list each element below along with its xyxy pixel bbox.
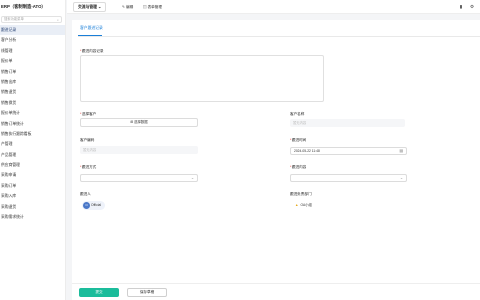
follow-content-label: *跟进内容: [290, 165, 307, 169]
sidebar-item-product-section[interactable]: 产管理: [0, 139, 65, 149]
customer-code-field: 暂无内容: [80, 146, 198, 154]
avatar: O: [83, 201, 90, 209]
sidebar-item-sales-exchange[interactable]: 销售换货: [0, 98, 65, 108]
sidebar-item-purchase-return[interactable]: 采购退货: [0, 202, 65, 212]
edit-button-label: 编辑: [126, 5, 134, 9]
follow-method-label: *跟进方式: [80, 165, 97, 169]
sidebar-item-supplier-management[interactable]: 供应商管理: [0, 160, 65, 170]
sidebar-item-purchase-demand-stats[interactable]: 采购需求统计: [0, 212, 65, 222]
form-footer: 提交 保存草稿: [72, 283, 480, 300]
follow-content-textarea[interactable]: [80, 55, 324, 102]
sidebar-item-purchase-request[interactable]: 采购申请: [0, 170, 65, 180]
select-data-button[interactable]: ⊞ 选择数据: [80, 118, 198, 127]
select-data-label: 选择数据: [134, 120, 148, 124]
chevron-down-icon: ⌄: [190, 176, 194, 180]
select-customer-label: *选择客户: [80, 112, 97, 116]
follow-time-picker[interactable]: 2024-05-22 11:48 ▦: [290, 147, 407, 155]
dept-chip[interactable]: ▲ OA小组: [294, 201, 316, 210]
tab-divider: [78, 36, 480, 37]
sidebar-item-customer-analysis[interactable]: 客户分析: [0, 35, 65, 45]
form-manage-label: 表单管理: [147, 5, 162, 9]
follower-name: Official: [91, 203, 102, 207]
sidebar-menu: 跟进记录 客户分析 线管理 报价单 销售订单 销售出库 销售退货 销售换货 报价…: [0, 25, 65, 222]
follow-time-label: *跟进时间: [290, 138, 307, 142]
customer-code-label: 客户编码: [80, 138, 95, 142]
pencil-icon: ✎: [122, 5, 126, 9]
gear-icon[interactable]: ⚙: [469, 3, 475, 11]
sidebar-item-sales-tracking-board[interactable]: 销售执行跟踪看板: [0, 129, 65, 139]
follow-time-value: 2024-05-22 11:48: [294, 149, 320, 153]
follower-chip[interactable]: O Official: [82, 201, 106, 210]
sidebar-item-product-management[interactable]: 产品管理: [0, 150, 65, 160]
module-switcher-label: 交流与管理: [78, 5, 97, 9]
sidebar-item-quotation-stats[interactable]: 报价单统计: [0, 108, 65, 118]
sidebar-item-purchase-order[interactable]: 采购订单: [0, 181, 65, 191]
document-icon[interactable]: ▮: [458, 3, 464, 11]
edit-button[interactable]: ✎ 编辑: [122, 2, 133, 12]
follow-content-select[interactable]: ⌄: [290, 174, 407, 182]
sidebar-item-sales-outbound[interactable]: 销售出库: [0, 77, 65, 87]
top-bar: 交流与管理 ⌄ ✎ 编辑 ▤ 表单管理 ▮ ⚙: [67, 0, 480, 14]
submit-button[interactable]: 提交: [79, 288, 119, 297]
menu-search-placeholder: 搜索功能菜单: [4, 17, 24, 21]
sidebar: ERP（客制制造-ATO） 搜索功能菜单 ⌕ 跟进记录 客户分析 线管理 报价单…: [0, 0, 66, 300]
sidebar-item-lead-management[interactable]: 线管理: [0, 46, 65, 56]
search-icon: ⌕: [57, 17, 59, 22]
follow-method-select[interactable]: ⌄: [80, 174, 198, 182]
sidebar-item-sales-return[interactable]: 销售退货: [0, 87, 65, 97]
sidebar-item-follow-record[interactable]: 跟进记录: [0, 25, 65, 36]
module-switcher[interactable]: 交流与管理 ⌄: [73, 2, 107, 12]
content-label: *跟进内容记录: [80, 49, 104, 53]
chevron-down-icon: ⌄: [98, 5, 102, 9]
customer-name-field: 暂无内容: [290, 119, 405, 127]
sidebar-item-sales-order[interactable]: 销售订单: [0, 67, 65, 77]
warning-icon: ▲: [295, 203, 299, 207]
form-icon: ▤: [143, 5, 147, 9]
sidebar-item-sales-order-stats[interactable]: 销售订单统计: [0, 119, 65, 129]
dept-label: 跟进负责部门: [290, 192, 312, 196]
customer-name-label: 客户名称: [290, 112, 305, 116]
save-draft-button[interactable]: 保存草稿: [127, 288, 167, 297]
sidebar-item-quotation[interactable]: 报价单: [0, 56, 65, 66]
calendar-icon: ▦: [399, 149, 403, 153]
app-title: ERP（客制制造-ATO）: [1, 4, 46, 9]
grid-icon: ⊞: [130, 120, 134, 124]
tab-customer-follow-record[interactable]: 客户跟进记录: [80, 26, 103, 31]
form-manage-button[interactable]: ▤ 表单管理: [143, 2, 162, 12]
follower-label: 跟进人: [80, 192, 91, 196]
form-card: 客户跟进记录 *跟进内容记录 *选择客户 ⊞ 选择数据 客户名称 暂无内容 客户…: [72, 20, 480, 300]
menu-search-input[interactable]: 搜索功能菜单 ⌕: [1, 16, 62, 23]
chevron-down-icon: ⌄: [399, 176, 403, 180]
dept-name: OA小组: [300, 203, 312, 207]
sidebar-item-purchase-inbound[interactable]: 采购入库: [0, 191, 65, 201]
